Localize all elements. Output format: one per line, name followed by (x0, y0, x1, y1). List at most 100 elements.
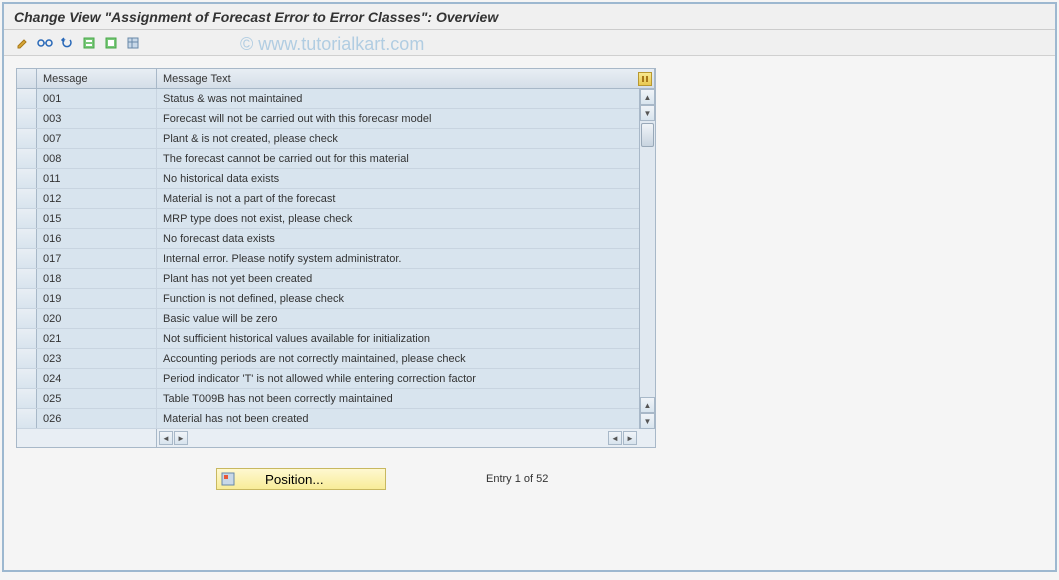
table-row[interactable]: 001 Status & was not maintained (17, 89, 655, 109)
cell-message-text[interactable]: No forecast data exists (157, 229, 655, 248)
row-selector[interactable] (17, 109, 37, 128)
hscroll-left-button[interactable]: ◄ (159, 431, 173, 445)
page-header: Change View "Assignment of Forecast Erro… (4, 4, 1055, 30)
row-selector[interactable] (17, 169, 37, 188)
cell-message[interactable]: 023 (37, 349, 157, 368)
row-selector[interactable] (17, 209, 37, 228)
table-row[interactable]: 015 MRP type does not exist, please chec… (17, 209, 655, 229)
table-row[interactable]: 017 Internal error. Please notify system… (17, 249, 655, 269)
row-selector[interactable] (17, 389, 37, 408)
cell-message-text[interactable]: Accounting periods are not correctly mai… (157, 349, 655, 368)
table-row[interactable]: 025 Table T009B has not been correctly m… (17, 389, 655, 409)
row-selector[interactable] (17, 149, 37, 168)
scroll-track[interactable] (640, 121, 655, 397)
row-selector[interactable] (17, 229, 37, 248)
deselect-icon (104, 36, 118, 50)
cell-message[interactable]: 001 (37, 89, 157, 108)
row-selector[interactable] (17, 409, 37, 428)
cell-message[interactable]: 021 (37, 329, 157, 348)
cell-message-text[interactable]: MRP type does not exist, please check (157, 209, 655, 228)
cell-message-text[interactable]: Table T009B has not been correctly maint… (157, 389, 655, 408)
table-row[interactable]: 024 Period indicator 'T' is not allowed … (17, 369, 655, 389)
select-all-button[interactable] (80, 34, 98, 52)
cell-message[interactable]: 007 (37, 129, 157, 148)
cell-message-text[interactable]: The forecast cannot be carried out for t… (157, 149, 655, 168)
column-selector[interactable] (17, 69, 37, 88)
row-selector[interactable] (17, 369, 37, 388)
cell-message[interactable]: 011 (37, 169, 157, 188)
column-message-text-label: Message Text (163, 73, 231, 85)
footer-row: Position... Entry 1 of 52 (16, 468, 1043, 490)
scroll-thumb[interactable] (641, 123, 654, 147)
table-row[interactable]: 008 The forecast cannot be carried out f… (17, 149, 655, 169)
cell-message-text[interactable]: Plant has not yet been created (157, 269, 655, 288)
scroll-down-button[interactable]: ▼ (640, 413, 655, 429)
cell-message[interactable]: 017 (37, 249, 157, 268)
table-row[interactable]: 011 No historical data exists (17, 169, 655, 189)
undo-button[interactable] (58, 34, 76, 52)
row-selector[interactable] (17, 249, 37, 268)
cell-message[interactable]: 012 (37, 189, 157, 208)
cell-message-text[interactable]: Material is not a part of the forecast (157, 189, 655, 208)
table-row[interactable]: 020 Basic value will be zero (17, 309, 655, 329)
cell-message-text[interactable]: No historical data exists (157, 169, 655, 188)
column-message[interactable]: Message (37, 69, 157, 88)
hscroll-left-end-button[interactable]: ◄ (608, 431, 622, 445)
hscroll-right-end-button[interactable]: ► (623, 431, 637, 445)
table-row[interactable]: 016 No forecast data exists (17, 229, 655, 249)
column-message-text[interactable]: Message Text (157, 69, 655, 88)
cell-message[interactable]: 018 (37, 269, 157, 288)
undo-icon (60, 36, 74, 50)
table-config-icon[interactable] (638, 72, 652, 86)
vertical-scrollbar[interactable]: ▲ ▼ ▲ ▼ (639, 89, 655, 429)
table-row[interactable]: 019 Function is not defined, please chec… (17, 289, 655, 309)
cell-message-text[interactable]: Material has not been created (157, 409, 655, 428)
table-row[interactable]: 026 Material has not been created (17, 409, 655, 429)
table-row[interactable]: 007 Plant & is not created, please check (17, 129, 655, 149)
cell-message-text[interactable]: Forecast will not be carried out with th… (157, 109, 655, 128)
scroll-up-button[interactable]: ▲ (640, 89, 655, 105)
table-row[interactable]: 018 Plant has not yet been created (17, 269, 655, 289)
table-row[interactable]: 003 Forecast will not be carried out wit… (17, 109, 655, 129)
cell-message-text[interactable]: Plant & is not created, please check (157, 129, 655, 148)
cell-message[interactable]: 020 (37, 309, 157, 328)
position-button[interactable]: Position... (216, 468, 386, 490)
horizontal-scroll-row: ◄ ► ◄ ► (17, 429, 655, 447)
entry-counter: Entry 1 of 52 (486, 473, 548, 485)
cell-message[interactable]: 015 (37, 209, 157, 228)
cell-message[interactable]: 008 (37, 149, 157, 168)
data-table: Message Message Text 001 Status & was no… (16, 68, 656, 448)
pencil-icon (16, 36, 30, 50)
scroll-up-end-button[interactable]: ▲ (640, 397, 655, 413)
cell-message[interactable]: 003 (37, 109, 157, 128)
cell-message-text[interactable]: Internal error. Please notify system adm… (157, 249, 655, 268)
cell-message-text[interactable]: Status & was not maintained (157, 89, 655, 108)
cell-message-text[interactable]: Basic value will be zero (157, 309, 655, 328)
cell-message-text[interactable]: Not sufficient historical values availab… (157, 329, 655, 348)
hscroll-right-button[interactable]: ► (174, 431, 188, 445)
row-selector[interactable] (17, 309, 37, 328)
table-row[interactable]: 021 Not sufficient historical values ava… (17, 329, 655, 349)
table-settings-button[interactable] (124, 34, 142, 52)
scroll-down-step-button[interactable]: ▼ (640, 105, 655, 121)
display-button[interactable] (36, 34, 54, 52)
row-selector[interactable] (17, 349, 37, 368)
row-selector[interactable] (17, 269, 37, 288)
change-button[interactable] (14, 34, 32, 52)
cell-message[interactable]: 024 (37, 369, 157, 388)
row-selector[interactable] (17, 189, 37, 208)
row-selector[interactable] (17, 89, 37, 108)
cell-message-text[interactable]: Function is not defined, please check (157, 289, 655, 308)
cell-message-text[interactable]: Period indicator 'T' is not allowed whil… (157, 369, 655, 388)
cell-message[interactable]: 019 (37, 289, 157, 308)
cell-message[interactable]: 016 (37, 229, 157, 248)
deselect-all-button[interactable] (102, 34, 120, 52)
cell-message[interactable]: 025 (37, 389, 157, 408)
row-selector[interactable] (17, 289, 37, 308)
table-row[interactable]: 012 Material is not a part of the foreca… (17, 189, 655, 209)
table-row[interactable]: 023 Accounting periods are not correctly… (17, 349, 655, 369)
table-header-row: Message Message Text (17, 69, 655, 89)
row-selector[interactable] (17, 329, 37, 348)
cell-message[interactable]: 026 (37, 409, 157, 428)
row-selector[interactable] (17, 129, 37, 148)
